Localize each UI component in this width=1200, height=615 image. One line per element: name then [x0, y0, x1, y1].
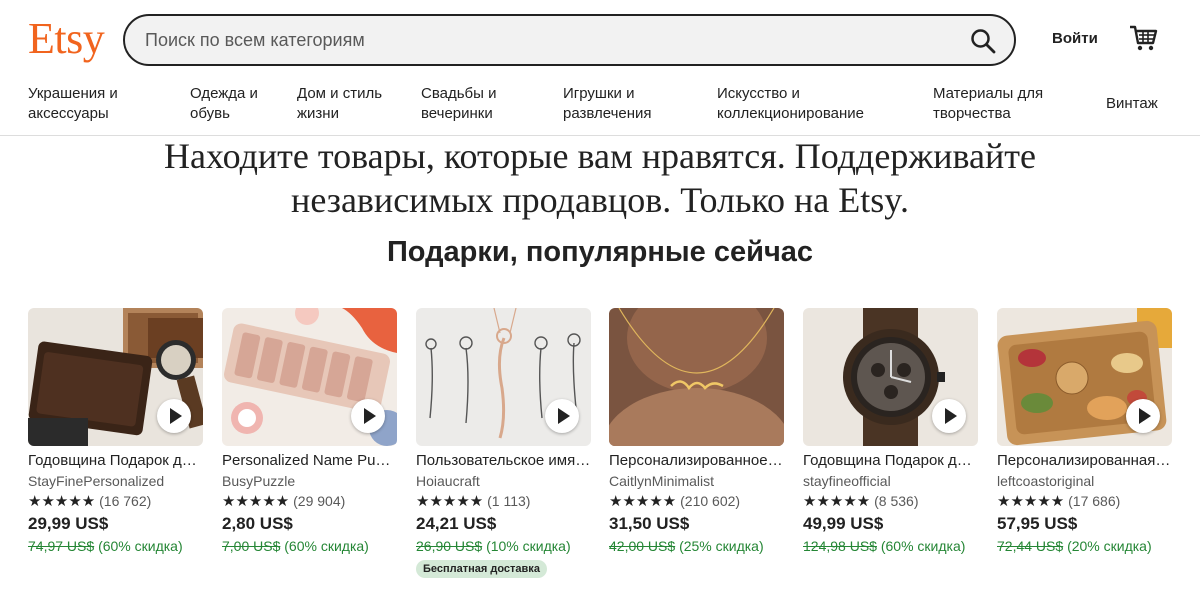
star-rating-icon: ★★★★★ [609, 493, 677, 510]
star-rating-icon: ★★★★★ [803, 493, 871, 510]
star-rating-icon: ★★★★★ [997, 493, 1065, 510]
review-count: (17 686) [1068, 493, 1121, 509]
product-title[interactable]: Годовщина Подарок для мужчин [28, 451, 203, 471]
product-image[interactable] [609, 308, 784, 446]
discount-line: 42,00 US$ (25% скидка) [609, 536, 784, 556]
review-count: (8 536) [874, 493, 919, 509]
product-card[interactable]: Персонализированная доска leftcoastorigi… [997, 308, 1172, 556]
review-count: (29 904) [293, 493, 346, 509]
shop-name: CaitlynMinimalist [609, 473, 715, 489]
product-title[interactable]: Пользовательское имя ожерелье [416, 451, 591, 471]
hero-line-1: Находите товары, которые вам нравятся. П… [164, 136, 1036, 176]
discount-line: 124,98 US$ (60% скидка) [803, 536, 978, 556]
product-card[interactable]: Персонализированное ожерелье CaitlynMini… [609, 308, 784, 556]
review-count: (210 602) [680, 493, 741, 509]
rating: ★★★★★ (210 602) [609, 491, 784, 512]
original-price: 7,00 US$ [222, 538, 281, 554]
play-video-button[interactable] [932, 399, 966, 433]
discount-percent: (60% скидка) [284, 538, 369, 554]
price: 2,80 US$ [222, 514, 293, 533]
rating: ★★★★★ (1 113) [416, 491, 591, 512]
rating: ★★★★★ (16 762) [28, 491, 203, 512]
rating: ★★★★★ (8 536) [803, 491, 978, 512]
shop-name: leftcoastoriginal [997, 473, 1095, 489]
price: 49,99 US$ [803, 514, 884, 533]
original-price: 124,98 US$ [803, 538, 877, 554]
search-icon [971, 29, 996, 54]
category-nav: Украшения и аксессуары Одежда и обувь До… [0, 82, 1200, 136]
product-title[interactable]: Personalized Name Puzzle [222, 451, 397, 471]
discount-percent: (60% скидка) [880, 538, 966, 554]
search-bar [123, 14, 1016, 66]
product-title[interactable]: Годовщина Подарок для него [803, 451, 978, 471]
play-video-button[interactable] [1126, 399, 1160, 433]
etsy-logo[interactable]: Etsy [28, 14, 105, 64]
original-price: 72,44 US$ [997, 538, 1064, 554]
product-title[interactable]: Персонализированная доска [997, 451, 1172, 471]
category-vintage[interactable]: Винтаж [1106, 94, 1158, 114]
section-title: Подарки, популярные сейчас [386, 236, 814, 268]
review-count: (16 762) [99, 493, 152, 509]
product-image[interactable] [416, 308, 591, 446]
product-card[interactable]: Пользовательское имя ожерелье Hoiaucraft… [416, 308, 591, 578]
discount-line: 26,90 US$ (10% скидка) [416, 536, 591, 556]
discount-percent: (60% скидка) [98, 538, 183, 554]
price: 31,50 US$ [609, 514, 690, 533]
shop-name: Hoiaucraft [416, 473, 480, 489]
product-image[interactable] [28, 308, 203, 446]
discount-percent: (25% скидка) [679, 538, 764, 554]
star-rating-icon: ★★★★★ [416, 493, 484, 510]
category-toys[interactable]: Игрушки и развлечения [563, 84, 663, 124]
original-price: 74,97 US$ [28, 538, 95, 554]
shop-name: BusyPuzzle [222, 473, 296, 489]
star-rating-icon: ★★★★★ [222, 493, 290, 510]
price: 57,95 US$ [997, 514, 1078, 533]
price: 29,99 US$ [28, 514, 109, 533]
category-weddings[interactable]: Свадьбы и вечеринки [421, 84, 516, 124]
original-price: 26,90 US$ [416, 538, 483, 554]
cart-icon [1130, 25, 1158, 51]
discount-line: 74,97 US$ (60% скидка) [28, 536, 203, 556]
rating: ★★★★★ (17 686) [997, 491, 1172, 512]
review-count: (1 113) [487, 493, 531, 509]
category-home[interactable]: Дом и стиль жизни [297, 84, 392, 124]
discount-line: 72,44 US$ (20% скидка) [997, 536, 1172, 556]
hero-tagline: Находите товары, которые вам нравятся. П… [0, 134, 1200, 222]
cart-button[interactable] [1128, 23, 1160, 55]
product-image[interactable] [997, 308, 1172, 446]
category-art[interactable]: Искусство и коллекционирование [717, 84, 877, 124]
free-shipping-badge: Бесплатная доставка [416, 560, 547, 578]
site-header: Etsy Войти [0, 0, 1200, 80]
search-input[interactable] [145, 16, 945, 64]
rating: ★★★★★ (29 904) [222, 491, 397, 512]
price: 24,21 US$ [416, 514, 497, 533]
play-video-button[interactable] [351, 399, 385, 433]
product-card[interactable]: Personalized Name Puzzle BusyPuzzle ★★★★… [222, 308, 397, 556]
product-image[interactable] [803, 308, 978, 446]
shop-name: stayfineofficial [803, 473, 891, 489]
product-card[interactable]: Годовщина Подарок для него stayfineoffic… [803, 308, 978, 556]
product-title[interactable]: Персонализированное ожерелье [609, 451, 784, 471]
original-price: 42,00 US$ [609, 538, 676, 554]
discount-line: 7,00 US$ (60% скидка) [222, 536, 397, 556]
discount-percent: (20% скидка) [1067, 538, 1152, 554]
category-jewelry[interactable]: Украшения и аксессуары [28, 84, 158, 124]
product-image[interactable] [222, 308, 397, 446]
category-clothing[interactable]: Одежда и обувь [190, 84, 280, 124]
name-necklace-photo [609, 308, 784, 446]
play-video-button[interactable] [545, 399, 579, 433]
search-button[interactable] [968, 26, 998, 56]
signin-button[interactable]: Войти [1052, 30, 1098, 47]
discount-percent: (10% скидка) [486, 538, 571, 554]
play-video-button[interactable] [157, 399, 191, 433]
hero-line-2: независимых продавцов. Только на Etsy. [291, 180, 909, 220]
category-supplies[interactable]: Материалы для творчества [933, 84, 1063, 124]
star-rating-icon: ★★★★★ [28, 493, 96, 510]
product-card[interactable]: Годовщина Подарок для мужчин StayFinePer… [28, 308, 203, 556]
shop-name: StayFinePersonalized [28, 473, 165, 489]
